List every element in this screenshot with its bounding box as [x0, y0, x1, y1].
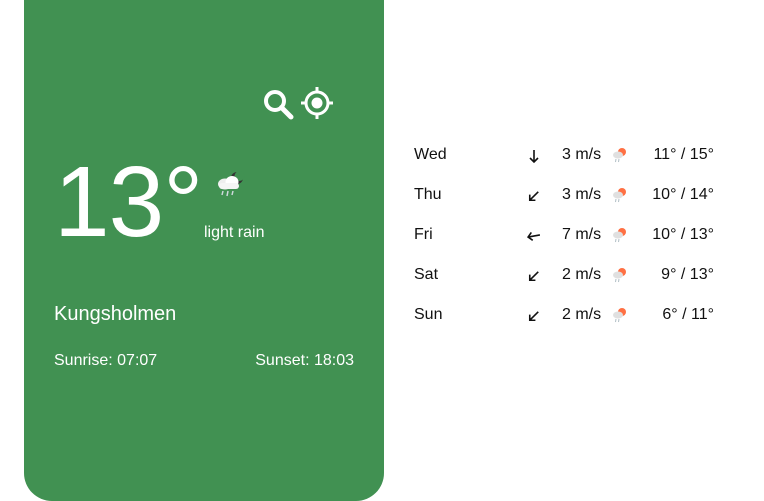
forecast-wind: 3 m/s — [562, 146, 602, 163]
arrow-down-icon — [529, 150, 539, 164]
city-name: Kungsholmen — [54, 303, 177, 325]
forecast-day: Wed — [414, 146, 447, 163]
arrow-down-left-icon — [528, 191, 539, 202]
forecast-day: Sat — [414, 266, 439, 283]
forecast-wind: 2 m/s — [562, 306, 602, 323]
arrow-left-icon — [526, 231, 541, 241]
arrow-down-left-icon — [528, 311, 539, 322]
sunrise-time: Sunrise: 07:07 — [54, 352, 158, 369]
forecast-row: Wed 3 m/s 11° / 15° — [414, 140, 724, 180]
forecast-day: Sun — [414, 306, 443, 323]
forecast-day: Fri — [414, 226, 433, 243]
arrow-down-left-icon — [528, 271, 539, 282]
current-temperature: 13° — [54, 146, 203, 258]
rain-showers-icon — [613, 308, 626, 323]
forecast-temp-range: 11° / 15° — [653, 146, 714, 163]
forecast-wind: 2 m/s — [562, 266, 602, 283]
forecast-row: Thu 3 m/s 10° / 14° — [414, 180, 724, 220]
forecast-row: Sun 2 m/s 6° / 11° — [414, 300, 724, 340]
search-button[interactable] — [262, 86, 296, 122]
forecast-temp-range: 6° / 11° — [662, 306, 714, 323]
rain-showers-icon — [613, 228, 626, 243]
toolbar — [262, 86, 338, 122]
search-icon — [264, 90, 294, 120]
sunset-time: Sunset: 18:03 — [255, 352, 354, 369]
current-weather-card: 13° light rain Kungsholmen Sunrise: 07:0… — [24, 0, 384, 501]
forecast-list: Wed 3 m/s 11° / 15° Thu 3 m/s 10° / 14° — [414, 140, 724, 340]
forecast-temp-range: 10° / 13° — [652, 226, 714, 243]
forecast-wind: 3 m/s — [562, 186, 602, 203]
rain-showers-icon — [613, 188, 626, 203]
condition-text: light rain — [204, 224, 265, 241]
rain-showers-icon — [613, 148, 626, 163]
crosshair-locate-icon — [301, 87, 333, 119]
forecast-row: Sat 2 m/s 9° / 13° — [414, 260, 724, 300]
rain-showers-icon — [613, 268, 626, 283]
forecast-row: Fri 7 m/s 10° / 13° — [414, 220, 724, 260]
forecast-wind: 7 m/s — [562, 226, 602, 243]
locate-button[interactable] — [300, 86, 334, 122]
cloud-rain-night-icon — [218, 171, 245, 197]
forecast-temp-range: 10° / 14° — [652, 186, 714, 203]
forecast-temp-range: 9° / 13° — [661, 266, 714, 283]
forecast-day: Thu — [414, 186, 442, 203]
